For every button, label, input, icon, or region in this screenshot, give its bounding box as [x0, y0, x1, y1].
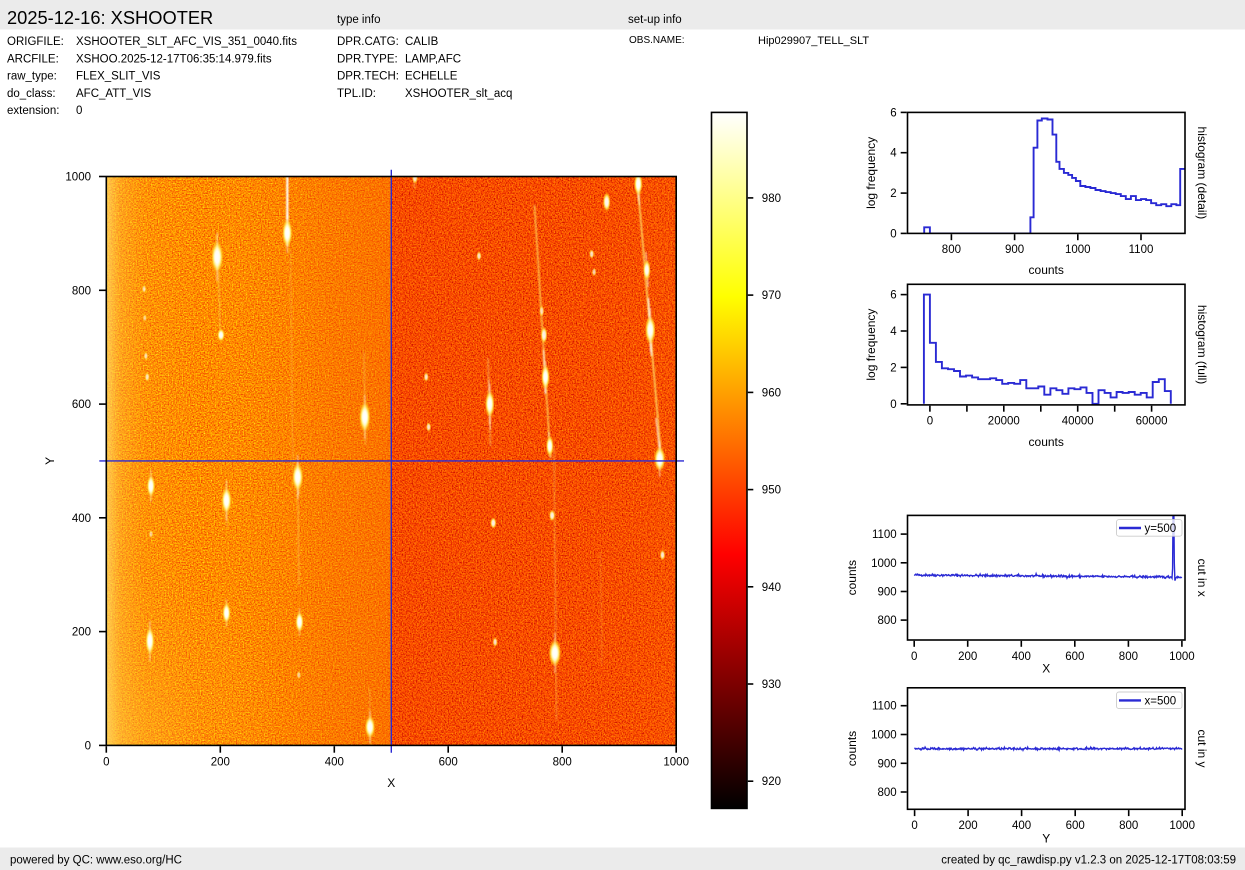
svg-text:200: 200	[211, 757, 230, 769]
svg-text:Y: Y	[43, 457, 57, 465]
svg-text:type info: type info	[337, 14, 380, 26]
svg-text:counts: counts	[1029, 435, 1064, 449]
svg-text:800: 800	[878, 787, 897, 799]
svg-text:800: 800	[942, 244, 961, 256]
svg-text:FLEX_SLIT_VIS: FLEX_SLIT_VIS	[76, 71, 161, 83]
svg-text:400: 400	[325, 757, 344, 769]
svg-text:0: 0	[103, 757, 109, 769]
svg-text:1000: 1000	[871, 730, 897, 742]
svg-text:200: 200	[72, 627, 91, 639]
svg-text:XSHOOTER_SLT_AFC_VIS_351_0040.: XSHOOTER_SLT_AFC_VIS_351_0040.fits	[76, 36, 297, 48]
svg-text:1000: 1000	[1169, 651, 1195, 663]
svg-text:ECHELLE: ECHELLE	[405, 71, 458, 83]
svg-text:X: X	[1042, 662, 1050, 676]
svg-text:log frequency: log frequency	[864, 309, 878, 381]
svg-text:raw_type:: raw_type:	[7, 71, 57, 83]
svg-text:cut in y: cut in y	[1195, 729, 1209, 767]
svg-text:600: 600	[1065, 651, 1084, 663]
svg-text:0: 0	[890, 228, 896, 240]
svg-text:extension:: extension:	[7, 105, 59, 117]
svg-text:200: 200	[959, 820, 978, 832]
svg-text:XSHOO.2025-12-17T06:35:14.979.: XSHOO.2025-12-17T06:35:14.979.fits	[76, 53, 272, 65]
svg-text:0: 0	[890, 399, 896, 411]
svg-text:1000: 1000	[663, 757, 689, 769]
svg-text:ORIGFILE:: ORIGFILE:	[7, 36, 64, 48]
svg-text:970: 970	[762, 290, 781, 302]
svg-text:y=500: y=500	[1145, 523, 1177, 535]
svg-text:2: 2	[890, 362, 896, 374]
svg-text:4: 4	[890, 326, 897, 338]
svg-text:counts: counts	[845, 731, 859, 766]
svg-text:CALIB: CALIB	[405, 36, 439, 48]
svg-text:0: 0	[911, 820, 917, 832]
svg-text:Y: Y	[1042, 832, 1050, 846]
svg-text:800: 800	[1119, 820, 1138, 832]
svg-text:930: 930	[762, 679, 781, 691]
svg-text:920: 920	[762, 776, 781, 788]
svg-text:400: 400	[72, 513, 91, 525]
svg-text:60000: 60000	[1136, 416, 1168, 428]
svg-text:1100: 1100	[872, 529, 897, 541]
svg-text:1000: 1000	[1065, 244, 1091, 256]
svg-text:created by qc_rawdisp.py v1.2.: created by qc_rawdisp.py v1.2.3 on 2025-…	[941, 855, 1236, 867]
svg-text:900: 900	[878, 758, 897, 770]
svg-text:940: 940	[762, 582, 781, 594]
svg-text:1000: 1000	[1169, 820, 1195, 832]
svg-text:counts: counts	[1029, 263, 1064, 277]
svg-text:XSHOOTER_slt_acq: XSHOOTER_slt_acq	[405, 88, 512, 100]
svg-text:4: 4	[890, 148, 897, 160]
svg-text:counts: counts	[845, 560, 859, 595]
svg-text:980: 980	[762, 193, 781, 205]
svg-text:histogram (detail): histogram (detail)	[1195, 127, 1209, 220]
svg-text:200: 200	[958, 651, 977, 663]
svg-text:ARCFILE:: ARCFILE:	[7, 53, 59, 65]
svg-text:2: 2	[890, 188, 896, 200]
svg-text:LAMP,AFC: LAMP,AFC	[405, 53, 461, 65]
svg-text:400: 400	[1012, 651, 1031, 663]
svg-text:DPR.TECH:: DPR.TECH:	[337, 71, 399, 83]
svg-text:cut in x: cut in x	[1195, 559, 1209, 597]
svg-text:600: 600	[439, 757, 458, 769]
svg-text:set-up info: set-up info	[628, 14, 682, 26]
svg-text:2025-12-16: XSHOOTER: 2025-12-16: XSHOOTER	[7, 7, 213, 28]
svg-text:960: 960	[762, 387, 781, 399]
svg-text:950: 950	[762, 485, 781, 497]
svg-text:x=500: x=500	[1145, 695, 1177, 707]
svg-text:1000: 1000	[65, 172, 91, 184]
svg-text:900: 900	[878, 587, 897, 599]
svg-text:0: 0	[927, 416, 933, 428]
svg-text:40000: 40000	[1062, 416, 1094, 428]
svg-text:6: 6	[890, 107, 896, 119]
svg-text:600: 600	[72, 399, 91, 411]
svg-text:AFC_ATT_VIS: AFC_ATT_VIS	[76, 88, 152, 100]
svg-text:1100: 1100	[872, 701, 897, 713]
svg-text:powered by QC: www.eso.org/HC: powered by QC: www.eso.org/HC	[10, 855, 182, 867]
svg-text:0: 0	[85, 740, 91, 752]
svg-text:20000: 20000	[988, 416, 1020, 428]
svg-text:900: 900	[1005, 244, 1024, 256]
svg-text:do_class:: do_class:	[7, 88, 56, 100]
svg-text:400: 400	[1012, 820, 1031, 832]
svg-text:0: 0	[911, 651, 917, 663]
svg-text:DPR.TYPE:: DPR.TYPE:	[337, 53, 398, 65]
svg-text:6: 6	[890, 290, 896, 302]
svg-text:800: 800	[72, 285, 91, 297]
svg-text:0: 0	[76, 105, 82, 117]
svg-text:1000: 1000	[871, 558, 897, 570]
svg-text:log frequency: log frequency	[864, 137, 878, 209]
svg-text:800: 800	[878, 615, 897, 627]
svg-text:600: 600	[1066, 820, 1085, 832]
svg-text:DPR.CATG:: DPR.CATG:	[337, 36, 399, 48]
svg-text:800: 800	[1119, 651, 1138, 663]
svg-text:800: 800	[553, 757, 572, 769]
svg-text:Hip029907_TELL_SLT: Hip029907_TELL_SLT	[758, 35, 869, 47]
svg-text:histogram (full): histogram (full)	[1195, 305, 1209, 384]
svg-text:OBS.NAME:: OBS.NAME:	[629, 35, 685, 46]
svg-text:X: X	[387, 776, 395, 790]
svg-text:1100: 1100	[1129, 244, 1154, 256]
svg-text:TPL.ID:: TPL.ID:	[337, 88, 376, 100]
